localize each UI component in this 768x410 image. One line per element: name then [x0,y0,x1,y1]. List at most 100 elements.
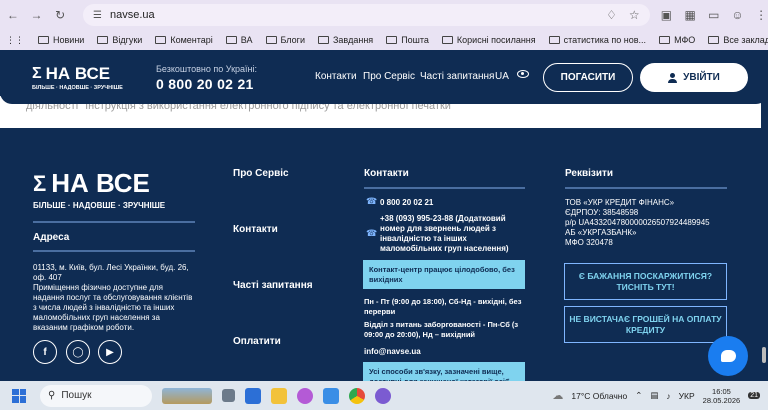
header-logo[interactable]: Σ НА ВСЕ БІЛЬШЕ · НАДОВШЕ · ЗРУЧНІШЕ [32,64,123,91]
bookmark-8[interactable]: статистика по нов... [548,35,646,45]
contact-phone-2[interactable]: +38 (093) 995-23-88 (Додатковий номер дл… [380,214,528,254]
accessibility-eye-icon[interactable] [517,70,529,78]
weather-icon: ☁ [552,390,564,402]
bookmark-7[interactable]: Корисні посилання [441,35,536,45]
store-icon[interactable] [245,387,261,404]
camera-icon[interactable]: ▣ [660,8,674,22]
logo-slogan: БІЛЬШЕ · НАДОВШЕ · ЗРУЧНІШЕ [33,201,166,210]
all-bookmarks[interactable]: Все закладки [708,35,768,45]
profile-icon[interactable]: ☺ [731,8,745,22]
contact-access-note: Усі способи зв'язку, зазначені вище, дос… [363,362,525,381]
address-bar-row: ← → ↻ ☰ navse.ua ♢ ☆ ▣ ▦ ▭ ☺ ⋮ [0,0,768,30]
nav-contacts[interactable]: Контакти [315,71,357,82]
bookmark-star-icon[interactable]: ☆ [629,8,640,22]
bookmark-6[interactable]: Пошта [386,35,429,45]
language-indicator[interactable]: УКР [679,391,695,401]
schedule-text: Пн - Пт (9:00 до 18:00), Сб-Нд - вихідні… [364,297,522,316]
logo-text: НА ВСЕ [51,168,150,198]
nav-language[interactable]: UA [495,71,509,82]
repay-button[interactable]: ПОГАСИТИ [543,63,633,92]
requisites-title: Реквізити [565,168,614,179]
bookmark-1[interactable]: Відгуки [97,35,142,45]
not-enough-money-button[interactable]: НЕ ВИСТАЧАЄ ГРОШЕЙ НА ОПЛАТУ КРЕДИТУ [564,306,727,343]
bank-name: АБ «УКРГАЗБАНК» [565,228,637,237]
bookmarks-bar: ⋮⋮ Новини Відгуки Коментарі ВА Блоги Зав… [0,30,768,50]
bookmark-label: Пошта [401,35,429,45]
youtube-icon[interactable]: ▶ [98,340,122,364]
date: 28.05.2026 [702,395,741,405]
contact-center-note: Контакт-центр працює цілодобово, без вих… [363,260,525,289]
chat-button[interactable] [708,336,748,376]
address-block: 01133, м. Київ, бул. Лесі Українки, буд.… [33,263,193,333]
company-name: ТОВ «УКР КРЕДИТ ФІНАНС» [565,198,675,207]
clock[interactable]: 16:05 28.05.2026 [703,387,741,405]
copilot-icon[interactable] [297,387,313,404]
logo-text: НА ВСЕ [45,64,111,83]
apps-icon[interactable]: ⋮⋮ [6,35,24,46]
menu-icon[interactable]: ⋮ [754,8,768,22]
footer-link-pay[interactable]: Оплатити [233,336,281,347]
search-label: Пошук [61,390,92,401]
taskbar-search[interactable]: ⚲ Пошук [40,384,152,407]
sidebar-icon[interactable]: ▭ [707,8,721,22]
reload-icon[interactable]: ↻ [53,8,67,22]
bookmark-5[interactable]: Завдання [317,35,373,45]
tray-chevron-icon[interactable]: ⌃ [635,390,642,401]
address-title: Адреса [33,232,70,243]
complaint-button[interactable]: Є БАЖАННЯ ПОСКАРЖИТИСЯ? ТИСНІТЬ ТУТ! [564,263,727,300]
bookmark-4[interactable]: Блоги [265,35,305,45]
nav-faq[interactable]: Часті запитання [420,71,494,82]
system-tray: ☁ 17°C Облачно ⌃ ▤ ♪ УКР 16:05 28.05.202… [552,387,768,405]
chrome-icon[interactable] [349,387,365,404]
bookmark-0[interactable]: Новини [38,35,84,45]
bookmark-3[interactable]: ВА [225,35,253,45]
translate-icon[interactable]: ♢ [606,8,617,22]
user-icon [668,72,678,83]
scrollbar-thumb[interactable] [762,347,766,363]
app-icon[interactable] [323,387,339,404]
instagram-icon[interactable]: ◯ [66,340,90,364]
divider [33,221,195,223]
bookmark-9[interactable]: МФО [659,35,695,45]
task-view-icon[interactable] [222,389,235,402]
back-icon[interactable]: ← [6,8,20,22]
forward-icon[interactable]: → [30,8,44,22]
contact-phone-1[interactable]: 0 800 20 02 21 [380,198,433,208]
bookmark-label: Новини [53,35,85,45]
bookmark-label: Коментарі [170,35,213,45]
facebook-icon[interactable]: f [33,340,57,364]
viber-icon[interactable] [375,387,391,404]
logo-mark-icon: Σ [33,170,47,196]
explorer-icon[interactable] [271,387,287,404]
header-phone[interactable]: 0 800 20 02 21 [156,76,254,92]
site-header: Σ НА ВСЕ БІЛЬШЕ · НАДОВШЕ · ЗРУЧНІШЕ Без… [0,50,768,104]
network-icon[interactable]: ▤ [650,390,658,401]
footer-link-contacts[interactable]: Контакти [233,224,278,235]
login-button[interactable]: УВІЙТИ [640,63,748,92]
site-info-icon[interactable]: ☰ [93,10,102,21]
folder-icon [441,36,453,44]
bookmark-2[interactable]: Коментарі [155,35,213,45]
weather-text[interactable]: 17°C Облачно [571,391,627,401]
phone-icon: ☎ [366,196,378,206]
footer-link-about[interactable]: Про Сервіс [233,168,289,179]
contact-email[interactable]: info@navse.ua [364,347,421,357]
extensions-icon[interactable]: ▦ [683,8,697,22]
bookmark-label: Блоги [280,35,305,45]
divider [364,187,525,189]
folder-icon [225,36,237,44]
landscape-widget-icon[interactable] [162,387,212,404]
contacts-title: Контакти [364,168,409,179]
nav-about[interactable]: Про Сервіс [363,71,415,82]
folder-icon [317,36,329,44]
url-bar[interactable]: ☰ navse.ua ♢ ☆ [83,4,650,26]
requisites-block: ТОВ «УКР КРЕДИТ ФІНАНС» ЄДРПОУ: 38548598… [565,198,710,248]
scrollbar[interactable] [761,50,768,381]
notification-badge[interactable]: 21 [748,392,760,399]
windows-start-icon[interactable] [12,388,26,403]
footer-logo[interactable]: Σ НА ВСЕ БІЛЬШЕ · НАДОВШЕ · ЗРУЧНІШЕ [33,168,165,210]
footer-link-faq[interactable]: Часті запитання [233,280,313,291]
folder-icon [38,36,49,44]
free-call-label: Безкоштовно по Україні: [156,64,257,74]
volume-icon[interactable]: ♪ [666,391,670,401]
